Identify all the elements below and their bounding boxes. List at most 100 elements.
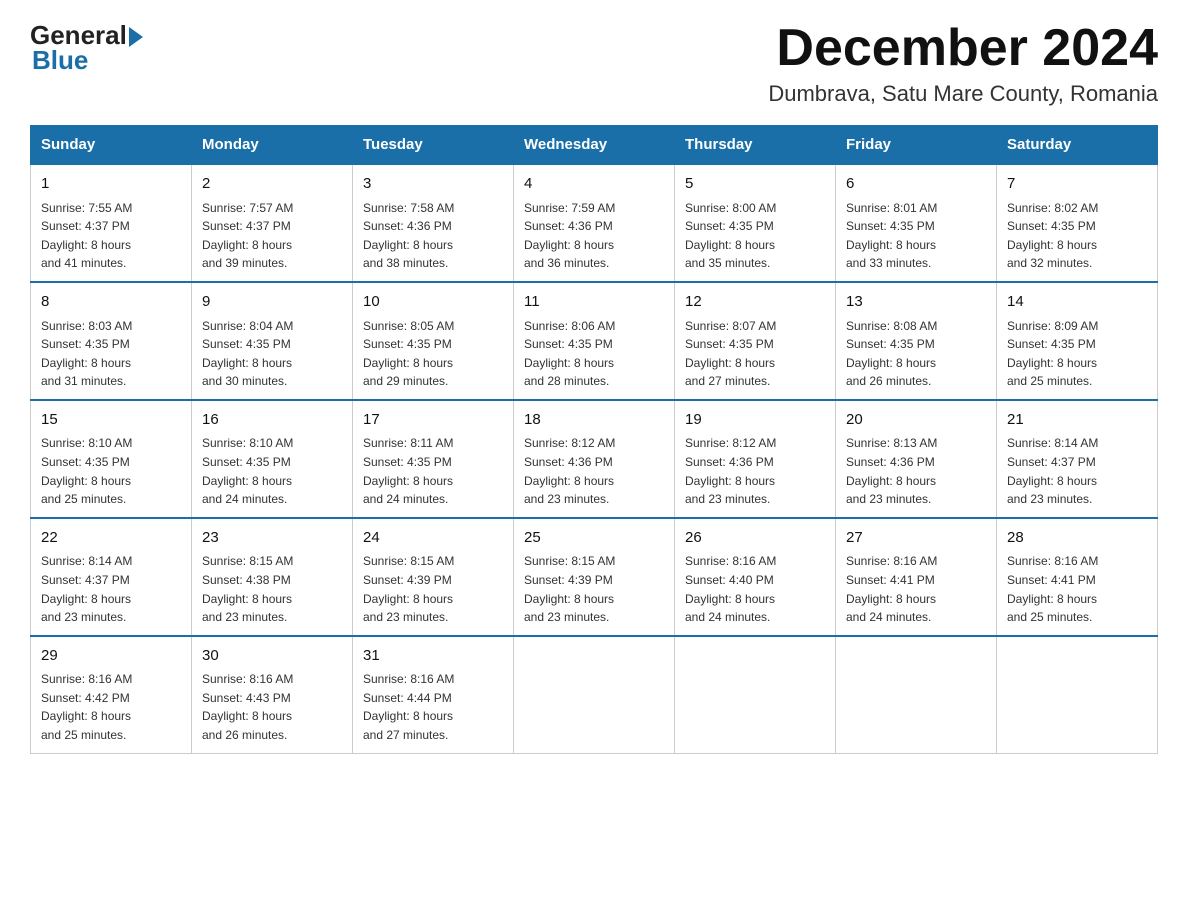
day-info: Sunrise: 8:14 AMSunset: 4:37 PMDaylight:… [41,552,181,626]
day-number: 14 [1007,291,1147,314]
table-row [836,636,997,753]
table-row [997,636,1158,753]
day-number: 15 [41,409,181,432]
day-number: 26 [685,527,825,550]
table-row: 23Sunrise: 8:15 AMSunset: 4:38 PMDayligh… [192,518,353,636]
day-info: Sunrise: 8:07 AMSunset: 4:35 PMDaylight:… [685,317,825,391]
day-info: Sunrise: 8:13 AMSunset: 4:36 PMDaylight:… [846,434,986,508]
header-row: Sunday Monday Tuesday Wednesday Thursday… [31,126,1158,165]
day-number: 18 [524,409,664,432]
day-number: 3 [363,173,503,196]
day-info: Sunrise: 8:01 AMSunset: 4:35 PMDaylight:… [846,199,986,273]
col-monday: Monday [192,126,353,165]
day-info: Sunrise: 8:03 AMSunset: 4:35 PMDaylight:… [41,317,181,391]
table-row: 27Sunrise: 8:16 AMSunset: 4:41 PMDayligh… [836,518,997,636]
calendar-week-row: 15Sunrise: 8:10 AMSunset: 4:35 PMDayligh… [31,400,1158,518]
table-row: 19Sunrise: 8:12 AMSunset: 4:36 PMDayligh… [675,400,836,518]
table-row: 26Sunrise: 8:16 AMSunset: 4:40 PMDayligh… [675,518,836,636]
col-saturday: Saturday [997,126,1158,165]
day-number: 19 [685,409,825,432]
day-info: Sunrise: 8:11 AMSunset: 4:35 PMDaylight:… [363,434,503,508]
table-row: 7Sunrise: 8:02 AMSunset: 4:35 PMDaylight… [997,164,1158,282]
day-info: Sunrise: 8:12 AMSunset: 4:36 PMDaylight:… [524,434,664,508]
table-row: 1Sunrise: 7:55 AMSunset: 4:37 PMDaylight… [31,164,192,282]
logo-blue-text: Blue [32,45,88,76]
col-friday: Friday [836,126,997,165]
table-row: 10Sunrise: 8:05 AMSunset: 4:35 PMDayligh… [353,282,514,400]
table-row: 16Sunrise: 8:10 AMSunset: 4:35 PMDayligh… [192,400,353,518]
day-number: 11 [524,291,664,314]
col-tuesday: Tuesday [353,126,514,165]
day-info: Sunrise: 8:16 AMSunset: 4:41 PMDaylight:… [846,552,986,626]
day-number: 13 [846,291,986,314]
day-number: 29 [41,645,181,668]
table-row: 20Sunrise: 8:13 AMSunset: 4:36 PMDayligh… [836,400,997,518]
day-number: 12 [685,291,825,314]
table-row: 14 Sunrise: 8:09 AMSunset: 4:35 PMDayligh… [997,282,1158,400]
calendar-week-row: 22Sunrise: 8:14 AMSunset: 4:37 PMDayligh… [31,518,1158,636]
day-number: 1 [41,173,181,196]
day-info: Sunrise: 8:06 AMSunset: 4:35 PMDaylight:… [524,317,664,391]
table-row: 22Sunrise: 8:14 AMSunset: 4:37 PMDayligh… [31,518,192,636]
day-number: 16 [202,409,342,432]
calendar-header: Sunday Monday Tuesday Wednesday Thursday… [31,126,1158,165]
page-title: December 2024 [768,20,1158,77]
day-number: 20 [846,409,986,432]
day-info: Sunrise: 7:58 AMSunset: 4:36 PMDaylight:… [363,199,503,273]
table-row: 15Sunrise: 8:10 AMSunset: 4:35 PMDayligh… [31,400,192,518]
calendar-table: Sunday Monday Tuesday Wednesday Thursday… [30,125,1158,753]
day-info: Sunrise: 8:04 AMSunset: 4:35 PMDaylight:… [202,317,342,391]
day-info: Sunrise: 7:57 AMSunset: 4:37 PMDaylight:… [202,199,342,273]
title-block: December 2024 Dumbrava, Satu Mare County… [768,20,1158,107]
logo-arrow-icon [129,27,143,47]
table-row: 29Sunrise: 8:16 AMSunset: 4:42 PMDayligh… [31,636,192,753]
day-number: 27 [846,527,986,550]
calendar-body: 1Sunrise: 7:55 AMSunset: 4:37 PMDaylight… [31,164,1158,753]
table-row [675,636,836,753]
day-number: 7 [1007,173,1147,196]
day-number: 9 [202,291,342,314]
day-info: Sunrise: 8:16 AMSunset: 4:43 PMDaylight:… [202,670,342,744]
col-wednesday: Wednesday [514,126,675,165]
day-info: Sunrise: 8:08 AMSunset: 4:35 PMDaylight:… [846,317,986,391]
day-info: Sunrise: 8:00 AMSunset: 4:35 PMDaylight:… [685,199,825,273]
day-number: 24 [363,527,503,550]
calendar-week-row: 29Sunrise: 8:16 AMSunset: 4:42 PMDayligh… [31,636,1158,753]
table-row: 8 Sunrise: 8:03 AMSunset: 4:35 PMDaylight… [31,282,192,400]
day-info: Sunrise: 8:16 AMSunset: 4:42 PMDaylight:… [41,670,181,744]
day-number: 5 [685,173,825,196]
day-number: 17 [363,409,503,432]
day-info: Sunrise: 7:59 AMSunset: 4:36 PMDaylight:… [524,199,664,273]
table-row: 5 Sunrise: 8:00 AMSunset: 4:35 PMDaylight… [675,164,836,282]
table-row: 31Sunrise: 8:16 AMSunset: 4:44 PMDayligh… [353,636,514,753]
day-number: 2 [202,173,342,196]
day-info: Sunrise: 8:14 AMSunset: 4:37 PMDaylight:… [1007,434,1147,508]
table-row: 12 Sunrise: 8:07 AMSunset: 4:35 PMDayligh… [675,282,836,400]
table-row: 21Sunrise: 8:14 AMSunset: 4:37 PMDayligh… [997,400,1158,518]
day-number: 4 [524,173,664,196]
day-number: 8 [41,291,181,314]
day-number: 30 [202,645,342,668]
table-row: 13 Sunrise: 8:08 AMSunset: 4:35 PMDayligh… [836,282,997,400]
day-number: 31 [363,645,503,668]
day-info: Sunrise: 8:10 AMSunset: 4:35 PMDaylight:… [202,434,342,508]
table-row: 30Sunrise: 8:16 AMSunset: 4:43 PMDayligh… [192,636,353,753]
day-info: Sunrise: 8:16 AMSunset: 4:40 PMDaylight:… [685,552,825,626]
table-row: 18Sunrise: 8:12 AMSunset: 4:36 PMDayligh… [514,400,675,518]
day-info: Sunrise: 8:10 AMSunset: 4:35 PMDaylight:… [41,434,181,508]
table-row: 2 Sunrise: 7:57 AMSunset: 4:37 PMDaylight… [192,164,353,282]
table-row: 9 Sunrise: 8:04 AMSunset: 4:35 PMDaylight… [192,282,353,400]
day-number: 25 [524,527,664,550]
table-row: 4 Sunrise: 7:59 AMSunset: 4:36 PMDaylight… [514,164,675,282]
table-row [514,636,675,753]
day-info: Sunrise: 8:09 AMSunset: 4:35 PMDaylight:… [1007,317,1147,391]
day-info: Sunrise: 8:15 AMSunset: 4:38 PMDaylight:… [202,552,342,626]
table-row: 17Sunrise: 8:11 AMSunset: 4:35 PMDayligh… [353,400,514,518]
table-row: 11 Sunrise: 8:06 AMSunset: 4:35 PMDayligh… [514,282,675,400]
table-row: 24Sunrise: 8:15 AMSunset: 4:39 PMDayligh… [353,518,514,636]
day-number: 10 [363,291,503,314]
calendar-week-row: 8 Sunrise: 8:03 AMSunset: 4:35 PMDaylight… [31,282,1158,400]
table-row: 28Sunrise: 8:16 AMSunset: 4:41 PMDayligh… [997,518,1158,636]
day-info: Sunrise: 8:12 AMSunset: 4:36 PMDaylight:… [685,434,825,508]
page-subtitle: Dumbrava, Satu Mare County, Romania [768,81,1158,107]
